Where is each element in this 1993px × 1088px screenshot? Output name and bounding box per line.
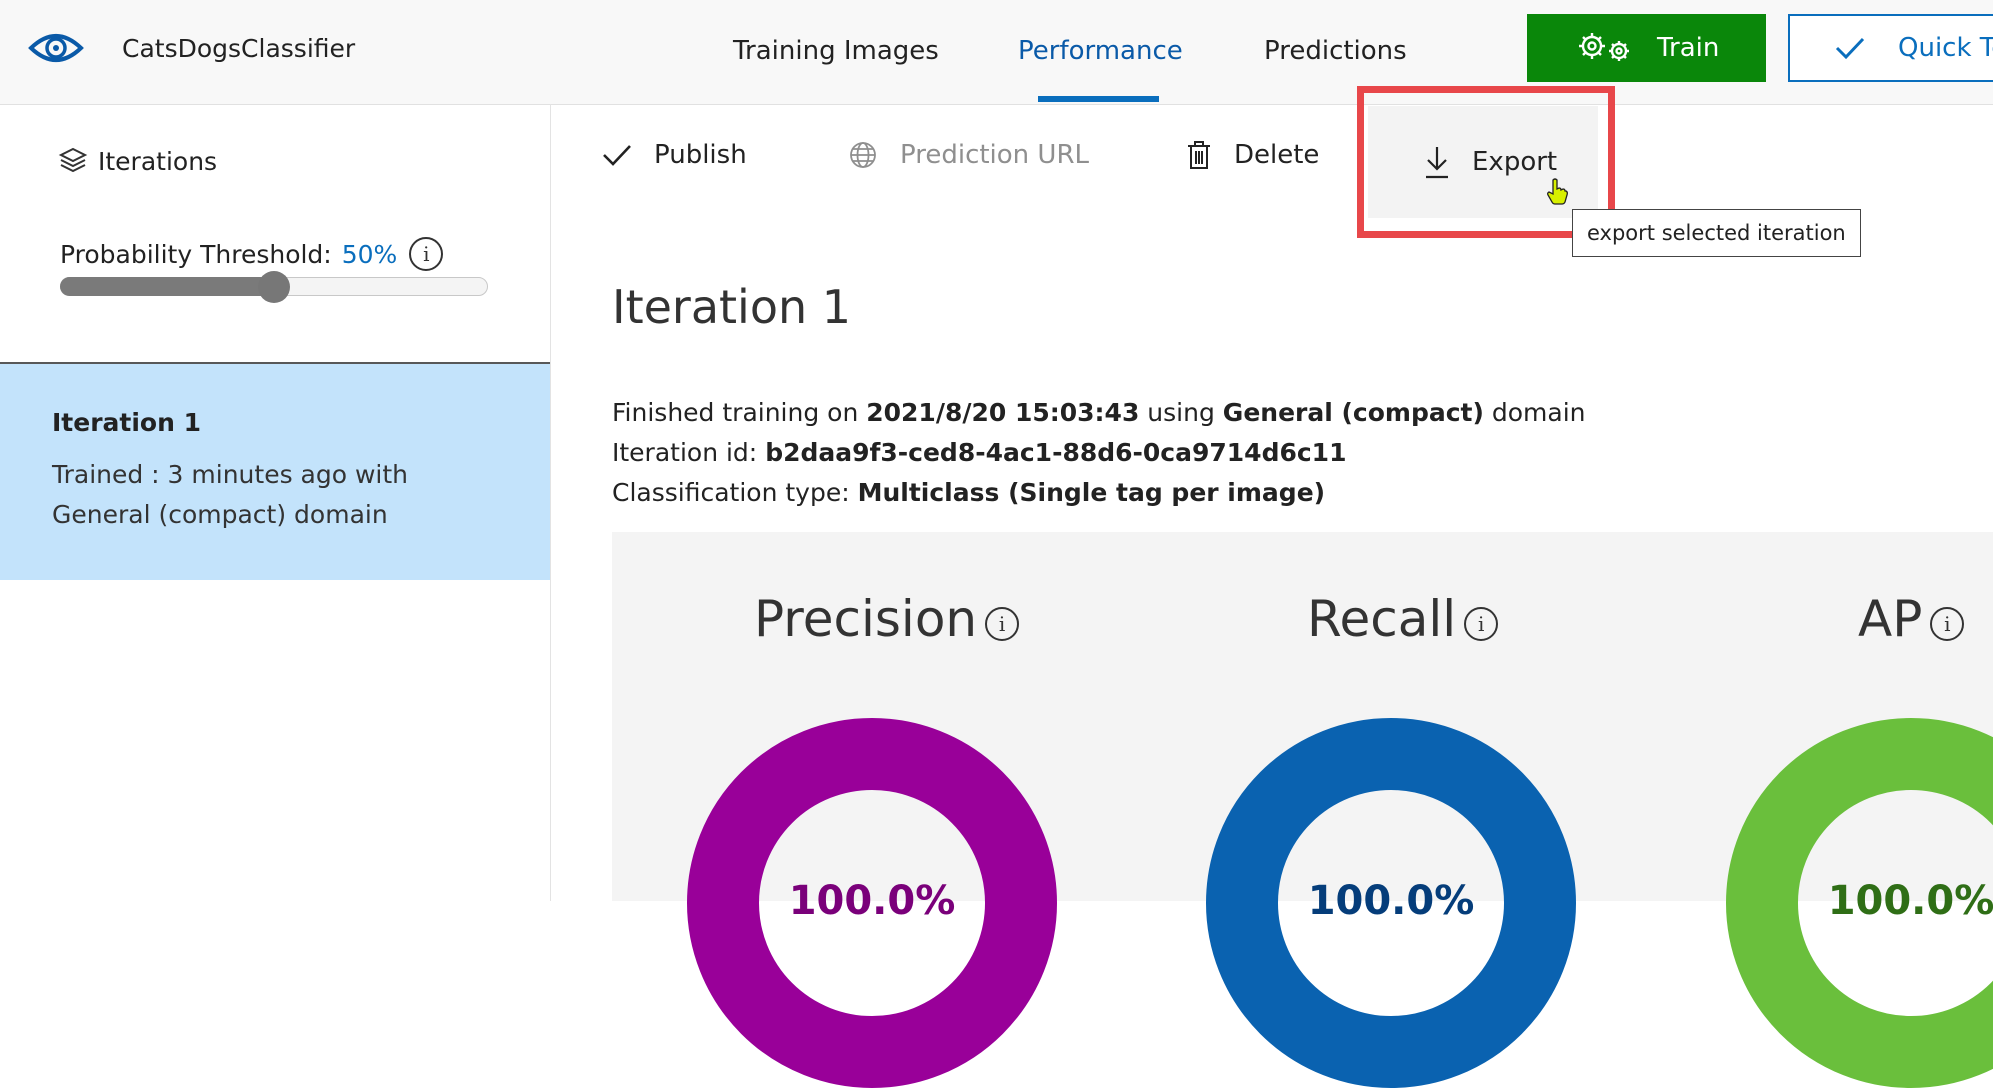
publish-button[interactable]: Publish (602, 140, 747, 170)
iteration-title: Iteration 1 (612, 280, 852, 334)
precision-title: Precision (754, 590, 978, 648)
app-name: CatsDogsClassifier (122, 34, 356, 63)
info-icon[interactable]: i (409, 237, 444, 271)
iteration-id-value: b2daa9f3-ced8-4ac1-88d6-0ca9714d6c11 (765, 438, 1347, 467)
export-tooltip: export selected iteration (1572, 209, 1861, 257)
ap-title: AP (1858, 590, 1923, 648)
iteration-list-item[interactable]: Iteration 1 Trained : 3 minutes ago with… (0, 364, 550, 580)
iterations-heading-label: Iterations (98, 146, 218, 176)
hand-cursor-icon (1546, 178, 1568, 210)
threshold-label: Probability Threshold: (60, 239, 332, 269)
checkmark-icon (1835, 37, 1865, 60)
prediction-url-label: Prediction URL (900, 140, 1090, 170)
layers-icon (58, 147, 88, 173)
info-icon[interactable]: i (1930, 607, 1965, 641)
threshold-slider-fill (60, 277, 274, 296)
threshold-slider-thumb[interactable] (258, 271, 290, 303)
recall-title: Recall (1307, 590, 1457, 648)
trained-prefix: Finished training on (612, 398, 867, 427)
iteration-item-title: Iteration 1 (52, 408, 201, 437)
gears-icon (1577, 31, 1633, 65)
publish-label: Publish (654, 140, 747, 170)
prediction-url-button[interactable]: Prediction URL (848, 140, 1089, 170)
info-icon[interactable]: i (1464, 607, 1499, 641)
trained-domain: General (compact) (1222, 398, 1484, 427)
delete-button[interactable]: Delete (1186, 140, 1319, 170)
info-icon[interactable]: i (985, 607, 1020, 641)
precision-value: 100.0% (788, 878, 956, 924)
ap-value: 100.0% (1827, 878, 1993, 924)
classification-type-value: Multiclass (Single tag per image) (857, 478, 1326, 507)
iteration-id-info: Iteration id: b2daa9f3-ced8-4ac1-88d6-0c… (612, 438, 1346, 467)
ap-heading: AP i (1858, 590, 1965, 648)
iterations-heading: Iterations (58, 146, 217, 176)
delete-label: Delete (1234, 140, 1320, 170)
active-tab-indicator (1038, 96, 1159, 102)
iteration-trained-info: Finished training on 2021/8/20 15:03:43 … (612, 398, 1586, 427)
threshold-value: 50% (341, 239, 398, 269)
probability-threshold: Probability Threshold: 50% i (60, 237, 444, 271)
recall-heading: Recall i (1307, 590, 1499, 648)
iteration-item-domain: General (compact) domain (52, 500, 388, 529)
globe-icon (850, 142, 876, 168)
train-button[interactable]: Train (1527, 14, 1766, 82)
trained-mid: using (1139, 398, 1223, 427)
trained-date: 2021/8/20 15:03:43 (866, 398, 1140, 427)
classification-type-prefix: Classification type: (612, 478, 858, 507)
iteration-item-trained: Trained : 3 minutes ago with (52, 460, 409, 489)
checkmark-icon (603, 145, 631, 166)
classification-type-info: Classification type: Multiclass (Single … (612, 478, 1325, 507)
eye-icon[interactable] (28, 24, 84, 72)
train-label: Train (1657, 33, 1720, 63)
precision-heading: Precision i (754, 590, 1020, 648)
iteration-id-prefix: Iteration id: (612, 438, 766, 467)
tab-training-images[interactable]: Training Images (733, 36, 939, 66)
trash-icon (1188, 141, 1210, 169)
sidebar-divider (550, 104, 551, 901)
quick-test-label: Quick Test (1898, 33, 1993, 63)
trained-suffix: domain (1483, 398, 1586, 427)
quick-test-button[interactable]: Quick Test (1788, 14, 1993, 82)
tab-predictions[interactable]: Predictions (1264, 36, 1407, 66)
tab-performance[interactable]: Performance (1018, 36, 1183, 66)
recall-value: 100.0% (1307, 878, 1475, 924)
